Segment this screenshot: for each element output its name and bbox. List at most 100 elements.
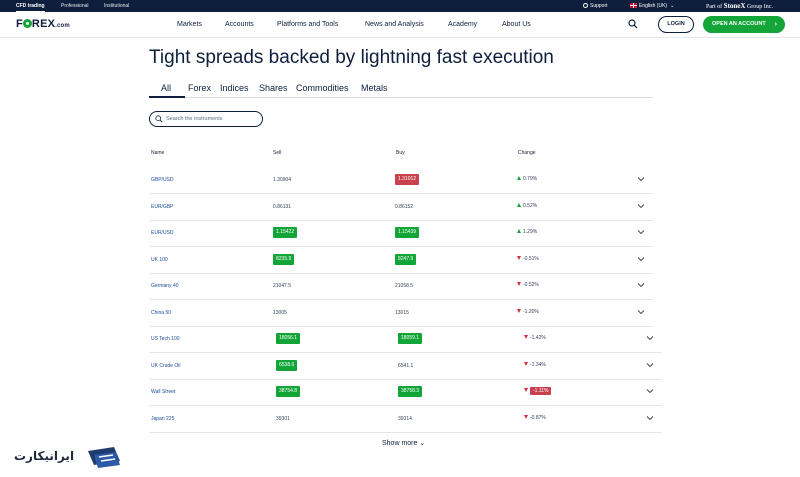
nav-item-news-and-analysis[interactable]: News and Analysis	[365, 21, 424, 28]
change-percent: 1.29%	[523, 229, 538, 235]
expand-chevron-icon[interactable]	[637, 175, 645, 183]
support-label: Support	[590, 3, 608, 9]
partner-suffix: Group Inc.	[746, 4, 773, 10]
instrument-tabs: All Forex Indices Shares Commodities Met…	[148, 80, 653, 98]
table-row[interactable]: Germany 40 21047.5 21058.5 -0.52%	[149, 273, 653, 300]
search-icon	[155, 115, 163, 123]
partner-brand: StoneX	[723, 2, 746, 10]
expand-chevron-icon[interactable]	[646, 387, 654, 395]
show-more-button[interactable]: Show more ⌄	[382, 439, 425, 447]
uk-flag-icon	[630, 3, 637, 8]
sell-price[interactable]: 0.86131	[273, 204, 291, 210]
table-row[interactable]: Japan 225 39301 39314 -0.87%	[149, 406, 662, 433]
sell-price[interactable]: 38754.8	[276, 386, 301, 397]
logo-letter-f: F	[16, 18, 23, 30]
expand-chevron-icon[interactable]	[646, 414, 654, 422]
nav-item-platforms-and-tools[interactable]: Platforms and Tools	[277, 21, 338, 28]
expand-chevron-icon[interactable]	[646, 334, 654, 342]
instrument-name[interactable]: China 50	[151, 310, 171, 316]
arrow-up-icon	[517, 229, 521, 233]
login-button[interactable]: LOGIN	[658, 16, 694, 33]
nav-item-academy[interactable]: Academy	[448, 21, 477, 28]
column-header-sell: Sell	[273, 150, 282, 156]
table-row[interactable]: US Tech 100 18056.1 18059.1 -1.42%	[149, 326, 662, 353]
arrow-down-icon	[517, 282, 521, 286]
nav-item-accounts[interactable]: Accounts	[225, 21, 254, 28]
buy-price[interactable]: 38758.3	[398, 386, 423, 397]
logo-suffix: .com	[55, 23, 70, 29]
instrument-name[interactable]: US Tech 100	[151, 336, 180, 342]
partner-prefix: Part of	[706, 4, 723, 10]
buy-price[interactable]: 8247.9	[395, 253, 417, 265]
tab-commodities[interactable]: Commodities	[296, 83, 349, 93]
instrument-name[interactable]: UK Crude Oil	[151, 363, 180, 369]
table-row[interactable]: EUR/GBP 0.86131 0.86152 0.52%	[149, 194, 653, 221]
instrument-name[interactable]: Germany 40	[151, 283, 179, 289]
expand-chevron-icon[interactable]	[637, 281, 645, 289]
tab-forex[interactable]: Forex	[188, 83, 211, 93]
expand-chevron-icon[interactable]	[646, 361, 654, 369]
nav-item-markets[interactable]: Markets	[177, 21, 202, 28]
forex-logo[interactable]: F REX.com	[16, 18, 70, 30]
arrow-down-icon	[524, 361, 528, 366]
sell-price[interactable]: 8235.9	[273, 253, 295, 265]
buy-price[interactable]: 39314	[398, 416, 412, 422]
nav-item-about-us[interactable]: About Us	[502, 21, 531, 28]
table-row[interactable]: UK Crude Oil 6538.6 6541.1 -1.34%	[149, 353, 662, 380]
support-link[interactable]: Support	[583, 3, 608, 9]
card-logo-icon	[88, 447, 120, 468]
topbar-link-professional[interactable]: Professional	[61, 3, 89, 9]
instrument-name[interactable]: UK 100	[151, 257, 168, 263]
table-row[interactable]: EUR/USD 1.15422 1.15439 1.29%	[149, 220, 653, 247]
column-header-change: Change	[518, 150, 536, 156]
stonex-partner-logo: Part of StoneX Group Inc.	[706, 2, 773, 10]
open-account-button[interactable]: OPEN AN ACCOUNT ›	[703, 16, 785, 33]
sell-price[interactable]: 39301	[276, 416, 290, 422]
instrument-name[interactable]: EUR/USD	[151, 230, 174, 236]
topbar-link-institutional[interactable]: Institutional	[104, 3, 129, 9]
tab-shares[interactable]: Shares	[259, 83, 288, 93]
arrow-down-icon	[517, 308, 521, 313]
expand-chevron-icon[interactable]	[637, 308, 645, 316]
sell-price[interactable]: 1.30904	[273, 177, 291, 183]
expand-chevron-icon[interactable]	[637, 255, 645, 263]
sell-price[interactable]: 13005	[273, 310, 287, 316]
instrument-name[interactable]: GBP/USD	[151, 177, 174, 183]
sell-price[interactable]: 18056.1	[276, 333, 301, 344]
search-input[interactable]	[166, 114, 258, 124]
tab-metals[interactable]: Metals	[361, 83, 388, 93]
table-row[interactable]: GBP/USD 1.30904 1.31012 0.79%	[149, 167, 653, 194]
arrow-down-icon	[524, 388, 528, 392]
topbar-link-cfd-trading[interactable]: CFD trading	[16, 3, 45, 12]
expand-chevron-icon[interactable]	[637, 202, 645, 210]
buy-price[interactable]: 0.86152	[395, 204, 413, 210]
change-percent: -0.51%	[523, 255, 539, 262]
language-selector[interactable]: English (UK) ⌄	[630, 3, 674, 9]
instrument-name[interactable]: Wall Street	[151, 389, 175, 395]
buy-price[interactable]: 18059.1	[398, 333, 423, 344]
instrument-name[interactable]: Japan 225	[151, 416, 174, 422]
column-header-buy: Buy	[396, 150, 405, 156]
buy-price[interactable]: 1.15439	[395, 227, 420, 238]
arrow-up-icon	[517, 202, 521, 207]
table-row[interactable]: Wall Street 38754.8 38758.3 -1.11%	[149, 379, 662, 406]
sell-price[interactable]: 1.15422	[273, 227, 298, 238]
change-percent: -0.87%	[530, 414, 546, 421]
change-percent: 0.79%	[523, 176, 538, 182]
buy-price[interactable]: 1.31012	[395, 174, 420, 185]
buy-price[interactable]: 21058.5	[395, 283, 413, 289]
sell-price[interactable]: 21047.5	[273, 283, 291, 289]
buy-price[interactable]: 13015	[395, 310, 409, 316]
buy-price[interactable]: 6541.1	[398, 363, 413, 369]
tab-indices[interactable]: Indices	[220, 83, 249, 93]
expand-chevron-icon[interactable]	[637, 228, 645, 236]
search-icon[interactable]	[628, 19, 638, 29]
table-row[interactable]: China 50 13005 13015 -1.20%	[149, 300, 653, 327]
chevron-down-icon: ⌄	[670, 3, 675, 9]
show-more-label: Show more	[382, 440, 418, 447]
sell-price[interactable]: 6538.6	[276, 359, 298, 371]
table-row[interactable]: UK 100 8235.9 8247.9 -0.51%	[149, 247, 653, 274]
instrument-name[interactable]: EUR/GBP	[151, 204, 174, 210]
tab-all[interactable]: All	[148, 83, 186, 98]
open-account-label: OPEN AN ACCOUNT	[712, 21, 766, 27]
